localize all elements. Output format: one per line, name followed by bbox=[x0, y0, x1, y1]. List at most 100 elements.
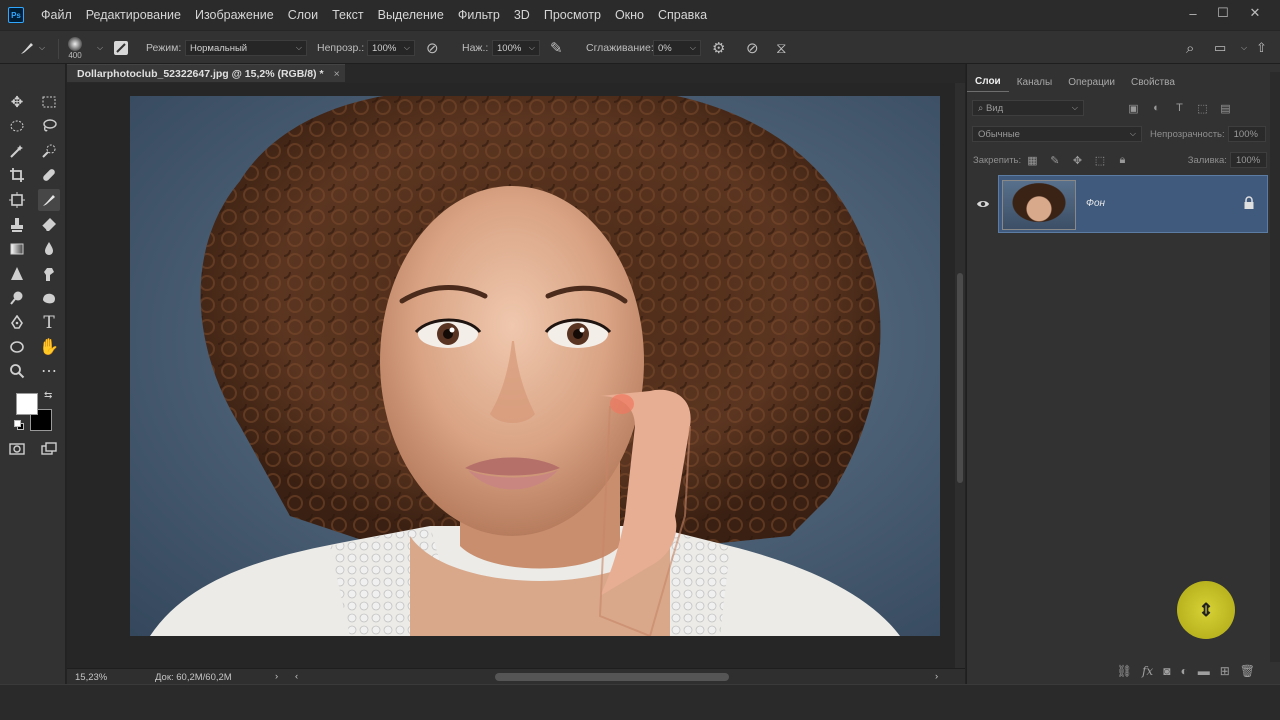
zoom-tool-icon[interactable] bbox=[6, 360, 28, 382]
healing-brush-icon[interactable] bbox=[38, 164, 60, 186]
quick-mask-icon[interactable] bbox=[6, 438, 28, 460]
status-menu-arrow[interactable]: › bbox=[275, 671, 278, 682]
vertical-scroll-thumb[interactable] bbox=[957, 273, 963, 483]
workspace-icon[interactable]: ▭ bbox=[1214, 31, 1226, 65]
hand-tool-icon[interactable]: ✋ bbox=[38, 336, 60, 358]
zoom-level[interactable]: 15,23% bbox=[75, 672, 107, 683]
elliptical-marquee-icon[interactable] bbox=[6, 115, 28, 137]
menu-view[interactable]: Просмотр bbox=[537, 0, 608, 30]
search-icon[interactable]: ⌕ bbox=[1186, 31, 1194, 65]
link-icon[interactable]: ⛓ bbox=[1117, 664, 1132, 678]
menu-3d[interactable]: 3D bbox=[507, 0, 537, 30]
tab-properties[interactable]: Свойства bbox=[1123, 77, 1183, 92]
type-tool-icon[interactable]: T bbox=[38, 312, 60, 334]
lock-all-icon[interactable]: 🔒︎ bbox=[1116, 154, 1129, 167]
lasso-tool-icon[interactable] bbox=[38, 115, 60, 137]
opacity-field[interactable]: 100% ⌵ bbox=[367, 31, 415, 65]
swap-colors-icon[interactable]: ⇆ bbox=[44, 390, 52, 401]
layer-filter-select[interactable]: ⌕ Вид ⌵ bbox=[972, 100, 1084, 116]
menu-help[interactable]: Справка bbox=[651, 0, 714, 30]
marquee-tool-icon[interactable] bbox=[38, 91, 60, 113]
trash-icon[interactable]: 🗑︎ bbox=[1240, 664, 1255, 678]
move-tool-icon[interactable]: ✥ bbox=[6, 91, 28, 113]
new-layer-icon[interactable]: ⊞ bbox=[1220, 664, 1230, 678]
workspace-caret[interactable]: ⌵ bbox=[1238, 31, 1247, 65]
gradient-tool-icon[interactable] bbox=[6, 238, 28, 260]
share-icon[interactable]: ⇧ bbox=[1256, 31, 1267, 65]
menu-window[interactable]: Окно bbox=[608, 0, 651, 30]
canvas-pasteboard[interactable] bbox=[67, 83, 955, 674]
filter-pixel-icon[interactable]: ▣ bbox=[1127, 102, 1140, 115]
layer-row[interactable]: Фон bbox=[998, 175, 1268, 233]
fill-field[interactable]: 100% bbox=[1229, 152, 1267, 168]
symmetry-icon[interactable]: ⧖ bbox=[776, 31, 787, 65]
mask-icon[interactable]: ◙ bbox=[1163, 664, 1170, 678]
chevron-down-icon: ⌵ bbox=[528, 43, 535, 52]
more-tools-icon[interactable]: ⋯ bbox=[38, 360, 60, 382]
scroll-left-arrow[interactable]: ‹ bbox=[295, 671, 298, 682]
lock-image-icon[interactable]: ✎ bbox=[1049, 154, 1062, 167]
lock-position-icon[interactable]: ✥ bbox=[1071, 154, 1084, 167]
brush-settings-panel-toggle[interactable] bbox=[112, 31, 130, 65]
menu-image[interactable]: Изображение bbox=[188, 0, 281, 30]
vertical-scrollbar[interactable] bbox=[955, 83, 965, 674]
adjustment-icon[interactable]: ◐ bbox=[1180, 664, 1187, 678]
sponge-tool-icon[interactable] bbox=[38, 287, 60, 309]
pen-tool-icon[interactable] bbox=[6, 312, 28, 334]
airbrush-icon[interactable]: ✎ bbox=[550, 31, 563, 65]
menu-filter[interactable]: Фильтр bbox=[451, 0, 507, 30]
dodge-tool-icon[interactable] bbox=[6, 287, 28, 309]
pressure-opacity-icon[interactable]: ⊘ bbox=[426, 31, 439, 65]
smudge-tool-icon[interactable] bbox=[38, 263, 60, 285]
maximize-button[interactable]: ☐ bbox=[1206, 0, 1240, 26]
close-window-button[interactable]: ✕ bbox=[1238, 0, 1272, 26]
panel-scrollbar[interactable] bbox=[1270, 72, 1280, 662]
brush-preset-picker[interactable]: ⌵ bbox=[18, 31, 45, 65]
document-canvas[interactable] bbox=[130, 96, 940, 636]
foreground-color-swatch[interactable] bbox=[16, 393, 38, 415]
pressure-size-icon[interactable]: ⊘ bbox=[746, 31, 759, 65]
filter-adjustment-icon[interactable]: ◐ bbox=[1150, 102, 1163, 115]
tab-actions[interactable]: Операции bbox=[1060, 77, 1123, 92]
brush-tool-icon[interactable] bbox=[38, 189, 60, 211]
lock-transparent-icon[interactable]: ▦ bbox=[1026, 154, 1039, 167]
tab-layers[interactable]: Слои bbox=[967, 76, 1009, 92]
crop-tool-icon[interactable] bbox=[6, 164, 28, 186]
screen-mode-icon[interactable] bbox=[38, 438, 60, 460]
lock-artboard-icon[interactable]: ⬚ bbox=[1094, 154, 1107, 167]
menu-type[interactable]: Текст bbox=[325, 0, 370, 30]
brush-size-picker[interactable]: 400 bbox=[68, 31, 82, 65]
fx-icon[interactable]: fx bbox=[1142, 664, 1153, 678]
scroll-right-arrow[interactable]: › bbox=[935, 671, 938, 682]
blur-tool-icon[interactable] bbox=[38, 238, 60, 260]
smoothing-field[interactable]: 0% ⌵ bbox=[653, 31, 701, 65]
default-colors-icon[interactable] bbox=[14, 420, 24, 430]
eraser-tool-icon[interactable] bbox=[38, 214, 60, 236]
brush-size-caret[interactable]: ⌵ bbox=[94, 31, 103, 65]
clone-stamp-icon[interactable] bbox=[6, 214, 28, 236]
filter-smart-object-icon[interactable]: ▤ bbox=[1219, 102, 1232, 115]
layer-opacity-field[interactable]: 100% bbox=[1227, 126, 1266, 142]
menu-file[interactable]: Файл bbox=[34, 0, 79, 30]
tab-channels[interactable]: Каналы bbox=[1009, 77, 1061, 92]
gear-icon[interactable]: ⚙ bbox=[712, 31, 725, 65]
layer-visibility-icon[interactable] bbox=[976, 197, 990, 211]
horizontal-scroll-thumb[interactable] bbox=[495, 673, 729, 681]
close-tab-icon[interactable]: × bbox=[334, 68, 340, 80]
document-tab[interactable]: Dollarphotoclub_52322647.jpg @ 15,2% (RG… bbox=[67, 64, 345, 82]
filter-type-icon[interactable]: T bbox=[1173, 102, 1186, 115]
menu-select[interactable]: Выделение bbox=[371, 0, 451, 30]
menu-layers[interactable]: Слои bbox=[281, 0, 325, 30]
quick-selection-icon[interactable] bbox=[38, 140, 60, 162]
frame-tool-icon[interactable] bbox=[6, 189, 28, 211]
filter-shape-icon[interactable]: ⬚ bbox=[1196, 102, 1209, 115]
magic-wand-icon[interactable] bbox=[6, 140, 28, 162]
sharpen-tool-icon[interactable] bbox=[6, 263, 28, 285]
menu-edit[interactable]: Редактирование bbox=[79, 0, 188, 30]
mode-select[interactable]: Нормальный ⌵ bbox=[185, 31, 307, 65]
pressure-field[interactable]: 100% ⌵ bbox=[492, 31, 540, 65]
ellipse-tool-icon[interactable] bbox=[6, 336, 28, 358]
minimize-button[interactable]: – bbox=[1176, 0, 1210, 26]
blend-mode-select[interactable]: Обычные ⌵ bbox=[972, 126, 1142, 142]
folder-icon[interactable]: ▬ bbox=[1198, 664, 1210, 678]
